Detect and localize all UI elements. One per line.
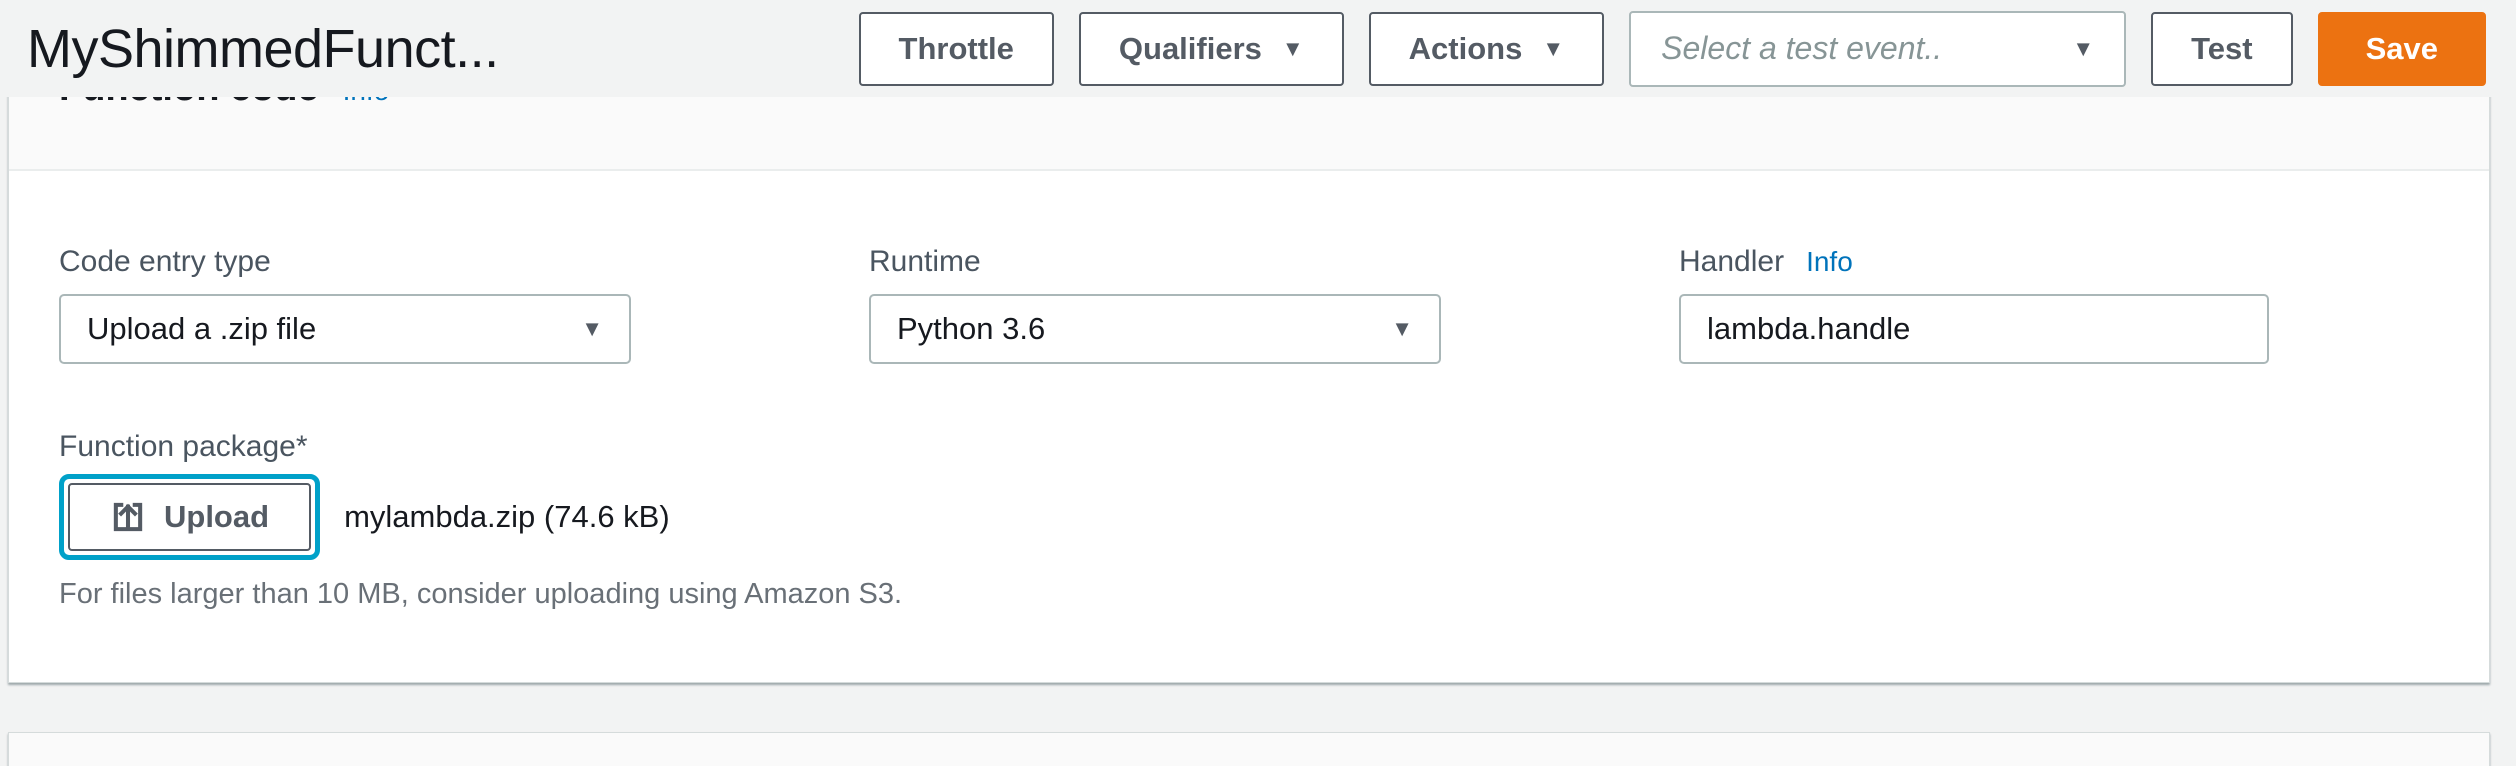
runtime-value: Python 3.6 [897, 311, 1045, 347]
test-button[interactable]: Test [2151, 12, 2292, 86]
upload-icon [110, 499, 146, 535]
qualifiers-button[interactable]: Qualifiers ▼ [1079, 12, 1344, 86]
next-section-card [8, 732, 2490, 766]
upload-button-focus-ring: Upload [59, 474, 320, 560]
handler-input[interactable] [1679, 294, 2269, 364]
topbar: MyShimmedFunct... Throttle Qualifiers ▼ … [0, 0, 2516, 97]
qualifiers-button-label: Qualifiers [1119, 31, 1262, 67]
runtime-group: Runtime Python 3.6 ▼ [869, 245, 1679, 364]
test-button-label: Test [2191, 31, 2252, 67]
throttle-button[interactable]: Throttle [859, 12, 1054, 86]
test-event-placeholder: Select a test event.. [1661, 30, 1942, 67]
chevron-down-icon: ▼ [1282, 38, 1304, 60]
handler-info-link[interactable]: Info [1806, 246, 1853, 278]
save-button-label: Save [2366, 31, 2438, 67]
runtime-select[interactable]: Python 3.6 ▼ [869, 294, 1441, 364]
function-code-card-body: Code entry type Upload a .zip file ▼ Run… [9, 171, 2489, 611]
lambda-console-page: Function code Info Code entry type Uploa… [0, 0, 2516, 766]
handler-group: Handler Info [1679, 245, 2439, 364]
chevron-down-icon: ▼ [1391, 318, 1413, 340]
function-code-card: Function code Info Code entry type Uploa… [8, 40, 2490, 683]
upload-button-label: Upload [164, 499, 269, 535]
actions-button-label: Actions [1409, 31, 1523, 67]
code-entry-type-group: Code entry type Upload a .zip file ▼ [59, 245, 869, 364]
handler-label: Handler [1679, 245, 1784, 279]
upload-helper-text: For files larger than 10 MB, consider up… [59, 578, 2439, 611]
runtime-label: Runtime [869, 245, 1679, 279]
page-title: MyShimmedFunct... [27, 18, 499, 80]
chevron-down-icon: ▼ [2072, 38, 2094, 60]
topbar-actions: Throttle Qualifiers ▼ Actions ▼ Select a… [859, 11, 2486, 87]
chevron-down-icon: ▼ [581, 318, 603, 340]
actions-button[interactable]: Actions ▼ [1369, 12, 1604, 86]
code-entry-type-label: Code entry type [59, 245, 869, 279]
code-entry-type-value: Upload a .zip file [87, 311, 316, 347]
test-event-select[interactable]: Select a test event.. ▼ [1629, 11, 2126, 87]
throttle-button-label: Throttle [899, 31, 1014, 67]
chevron-down-icon: ▼ [1542, 38, 1564, 60]
upload-row: Upload mylambda.zip (74.6 kB) [59, 474, 2439, 560]
code-settings-row: Code entry type Upload a .zip file ▼ Run… [59, 245, 2439, 364]
code-entry-type-select[interactable]: Upload a .zip file ▼ [59, 294, 631, 364]
upload-button[interactable]: Upload [68, 483, 311, 551]
save-button[interactable]: Save [2318, 12, 2486, 86]
uploaded-file-info: mylambda.zip (74.6 kB) [344, 499, 670, 535]
function-package-label: Function package* [59, 430, 2439, 464]
